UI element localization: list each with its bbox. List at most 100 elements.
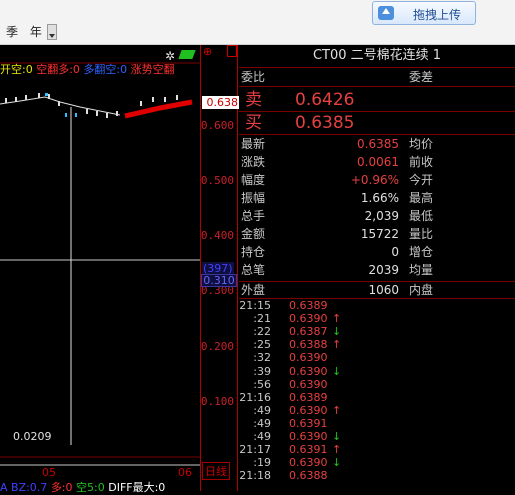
stat-label: 最低 xyxy=(409,209,434,223)
legend-duofankong: 多翻空:0 xyxy=(83,63,128,76)
last-price-tag: 0.638 xyxy=(202,96,239,109)
upload-icon xyxy=(378,6,394,20)
price-chart[interactable]: 开空:0 空翻多:0 多翻空:0 涨势空翻 ✲ 0.0209 05 06 A B… xyxy=(0,45,200,494)
indicator-bz: A BZ:0.7 xyxy=(0,481,48,494)
divider xyxy=(239,86,515,87)
stat-value: 0.6385 xyxy=(357,137,399,151)
tick-price: 0.6390 xyxy=(289,430,328,443)
tick-price: 0.6390 xyxy=(289,351,328,365)
settings-gear-icon[interactable]: ✲ xyxy=(165,49,175,63)
legend-kaikong: 开空:0 xyxy=(0,63,33,76)
tick-price: 0.6388 xyxy=(289,469,328,483)
drag-upload-button[interactable]: 拖拽上传 xyxy=(372,1,476,25)
crosshair-price-tag: 0.310 xyxy=(201,274,237,287)
axis-tick-0400: 0.400 xyxy=(200,229,234,242)
stat-label: 量比 xyxy=(409,227,434,241)
axis-tick-0200: 0.200 xyxy=(200,340,234,353)
tick-price: 0.6387 xyxy=(289,325,328,339)
stat-value: 2039 xyxy=(368,263,399,277)
tab-year[interactable]: 年 xyxy=(30,25,42,39)
buy-price: 0.6385 xyxy=(295,113,355,133)
indicator-diff: DIFF最大:0 xyxy=(108,481,166,494)
tick-time: :32 xyxy=(253,351,271,365)
candle-marks xyxy=(5,93,178,118)
axis-mark-icon: ⊕ xyxy=(203,45,213,58)
tick-row: :56 0.6390 xyxy=(239,378,515,392)
tab-season[interactable]: 季 xyxy=(6,25,18,39)
stat-value: 1.66% xyxy=(360,191,399,205)
daily-tab[interactable]: 日线 xyxy=(202,462,230,480)
tick-time: :39 xyxy=(253,364,271,378)
indicator-duo: 多:0 xyxy=(50,481,73,494)
tick-row: :32 0.6390 xyxy=(239,351,515,365)
tick-row: 21:17 0.6391 ↑ xyxy=(239,443,515,457)
chart-legend: 开空:0 空翻多:0 多翻空:0 涨势空翻 xyxy=(0,61,175,77)
indicator-kong: 空5:0 xyxy=(76,481,105,494)
tick-price: 0.6389 xyxy=(289,390,328,404)
legend-kongfanduo: 空翻多:0 xyxy=(36,63,80,76)
tick-price: 0.6390 xyxy=(289,312,328,326)
stat-label: 总笔 xyxy=(241,263,266,277)
weicha-label: 委差 xyxy=(409,70,434,84)
period-tabs: 季 年 xyxy=(6,23,50,40)
stat-label: 均量 xyxy=(409,263,434,277)
tick-time: :49 xyxy=(253,430,271,443)
tick-time: :22 xyxy=(253,325,271,339)
outer-value: 1060 xyxy=(368,283,399,297)
tick-row: :25 0.6388 ↑ xyxy=(239,338,515,352)
stat-value: +0.96% xyxy=(350,173,399,187)
tick-time: 21:18 xyxy=(239,469,271,483)
axis-tick-0500: 0.500 xyxy=(200,174,234,187)
top-toolbar: 季 年 拖拽上传 xyxy=(0,0,515,45)
axis-box-icon[interactable] xyxy=(227,45,237,57)
tick-price: 0.6391 xyxy=(289,416,328,430)
stat-label: 今开 xyxy=(409,173,434,187)
divider xyxy=(239,134,515,135)
stat-label: 前收 xyxy=(409,155,434,169)
tick-row: :49 0.6390 ↓ xyxy=(239,430,515,444)
tick-row: :49 0.6391 xyxy=(239,417,515,431)
tick-row: 21:18 0.6388 xyxy=(239,469,515,483)
up-arrow-icon: ↑ xyxy=(332,403,342,417)
indicator-legend: A BZ:0.7 多:0 空5:0 DIFF最大:0 xyxy=(0,479,165,495)
down-arrow-icon: ↓ xyxy=(332,325,342,339)
tick-row: :19 0.6390 ↓ xyxy=(239,456,515,470)
up-arrow-icon: ↑ xyxy=(332,443,342,457)
stat-value: 0 xyxy=(391,245,399,259)
tick-price: 0.6390 xyxy=(289,364,328,378)
stat-label: 均价 xyxy=(409,137,434,151)
down-arrow-icon: ↓ xyxy=(332,456,342,470)
stat-label: 最新 xyxy=(241,137,266,151)
stat-label: 总手 xyxy=(241,209,266,223)
stat-label: 涨跌 xyxy=(241,155,266,169)
weibi-label: 委比 xyxy=(241,70,266,84)
sell-price: 0.6426 xyxy=(295,90,355,110)
stat-value: 0.0061 xyxy=(357,155,399,169)
period-dropdown[interactable] xyxy=(47,24,57,40)
tick-price: 0.6389 xyxy=(289,299,328,312)
tick-time: 21:17 xyxy=(239,443,271,457)
tick-time: :56 xyxy=(253,377,271,391)
up-arrow-icon: ↑ xyxy=(332,312,342,326)
stat-label: 金额 xyxy=(241,227,266,241)
tick-row: :49 0.6390 ↑ xyxy=(239,404,515,418)
tick-row: :39 0.6390 ↓ xyxy=(239,365,515,379)
inner-label: 内盘 xyxy=(409,283,434,297)
tick-time: :49 xyxy=(253,403,271,417)
stat-label: 振幅 xyxy=(241,191,266,205)
tick-time: 21:16 xyxy=(239,390,271,404)
divider xyxy=(239,111,515,112)
tick-price: 0.6391 xyxy=(289,443,328,457)
stat-label: 持仓 xyxy=(241,245,266,259)
tick-row: :21 0.6390 ↑ xyxy=(239,312,515,326)
axis-tick-0100: 0.100 xyxy=(200,395,234,408)
tick-time: :49 xyxy=(253,416,271,430)
tick-price: 0.6390 xyxy=(289,403,328,417)
stat-value: 2,039 xyxy=(364,209,399,223)
tick-row: 21:15 0.6389 xyxy=(239,299,515,313)
tick-time: :19 xyxy=(253,456,271,470)
tick-price: 0.6388 xyxy=(289,338,328,352)
tick-time: :25 xyxy=(253,338,271,352)
chart-canvas xyxy=(0,62,200,466)
tick-time: 21:15 xyxy=(239,299,271,312)
